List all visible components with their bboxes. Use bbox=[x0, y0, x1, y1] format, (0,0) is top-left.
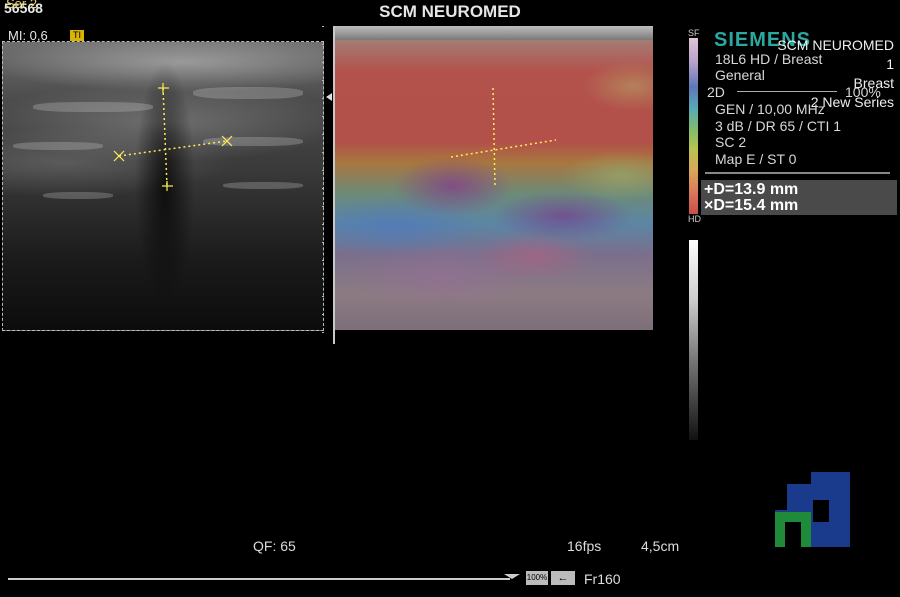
sc-label: SC 2 bbox=[715, 134, 747, 150]
clinic-logo bbox=[775, 472, 850, 547]
panel-divider bbox=[333, 26, 335, 344]
cross-caliper-icon: × bbox=[704, 197, 714, 214]
series-label: Ser 2 bbox=[6, 0, 38, 11]
depth-value: 4,5cm bbox=[641, 538, 680, 554]
study-number: 1 bbox=[886, 56, 894, 72]
bmode-image-panel[interactable] bbox=[2, 41, 324, 331]
transducer-label: 18L6 HD / Breast bbox=[715, 51, 823, 67]
zoom-button[interactable]: 100% bbox=[526, 571, 548, 585]
mode-label: 2D bbox=[707, 84, 725, 100]
depth-ruler bbox=[322, 26, 324, 344]
elasticity-color-scale bbox=[689, 38, 698, 214]
divider bbox=[705, 172, 890, 174]
caliper-overlay bbox=[113, 83, 233, 191]
measurement-2: ×D=15.4 mm bbox=[704, 197, 798, 215]
power-indicator-line bbox=[737, 91, 837, 92]
frequency-label: GEN / 10,00 MHz bbox=[715, 101, 825, 117]
quality-factor: QF: 65 bbox=[253, 538, 296, 554]
cine-scrollbar[interactable] bbox=[8, 578, 510, 580]
preset-label: General bbox=[715, 67, 765, 83]
focus-marker-icon[interactable] bbox=[326, 93, 332, 101]
back-arrow-icon[interactable]: ← bbox=[551, 571, 575, 585]
gain-label: 3 dB / DR 65 / CTI 1 bbox=[715, 118, 842, 134]
measurement-value: D=15.4 mm bbox=[713, 197, 799, 214]
map-label: Map E / ST 0 bbox=[715, 151, 797, 167]
plus-caliper-icon: + bbox=[704, 181, 714, 198]
elastography-skin-layer bbox=[333, 26, 653, 40]
window-title: SCM NEUROMED bbox=[379, 2, 521, 21]
measurement-value: D=13.9 mm bbox=[713, 181, 799, 198]
frame-number: Fr160 bbox=[584, 571, 621, 587]
elastography-image-panel[interactable] bbox=[333, 26, 653, 330]
power-label: 100% bbox=[845, 84, 881, 100]
caliper-overlay-elasto bbox=[450, 87, 557, 187]
gray-scale-label: HD bbox=[688, 214, 701, 224]
thermal-index-badge: TI bbox=[70, 30, 84, 41]
color-scale-label: SF bbox=[688, 28, 700, 38]
frame-rate: 16fps bbox=[567, 538, 602, 554]
cine-position-marker-icon[interactable] bbox=[504, 574, 520, 579]
grayscale-bar bbox=[689, 240, 698, 440]
